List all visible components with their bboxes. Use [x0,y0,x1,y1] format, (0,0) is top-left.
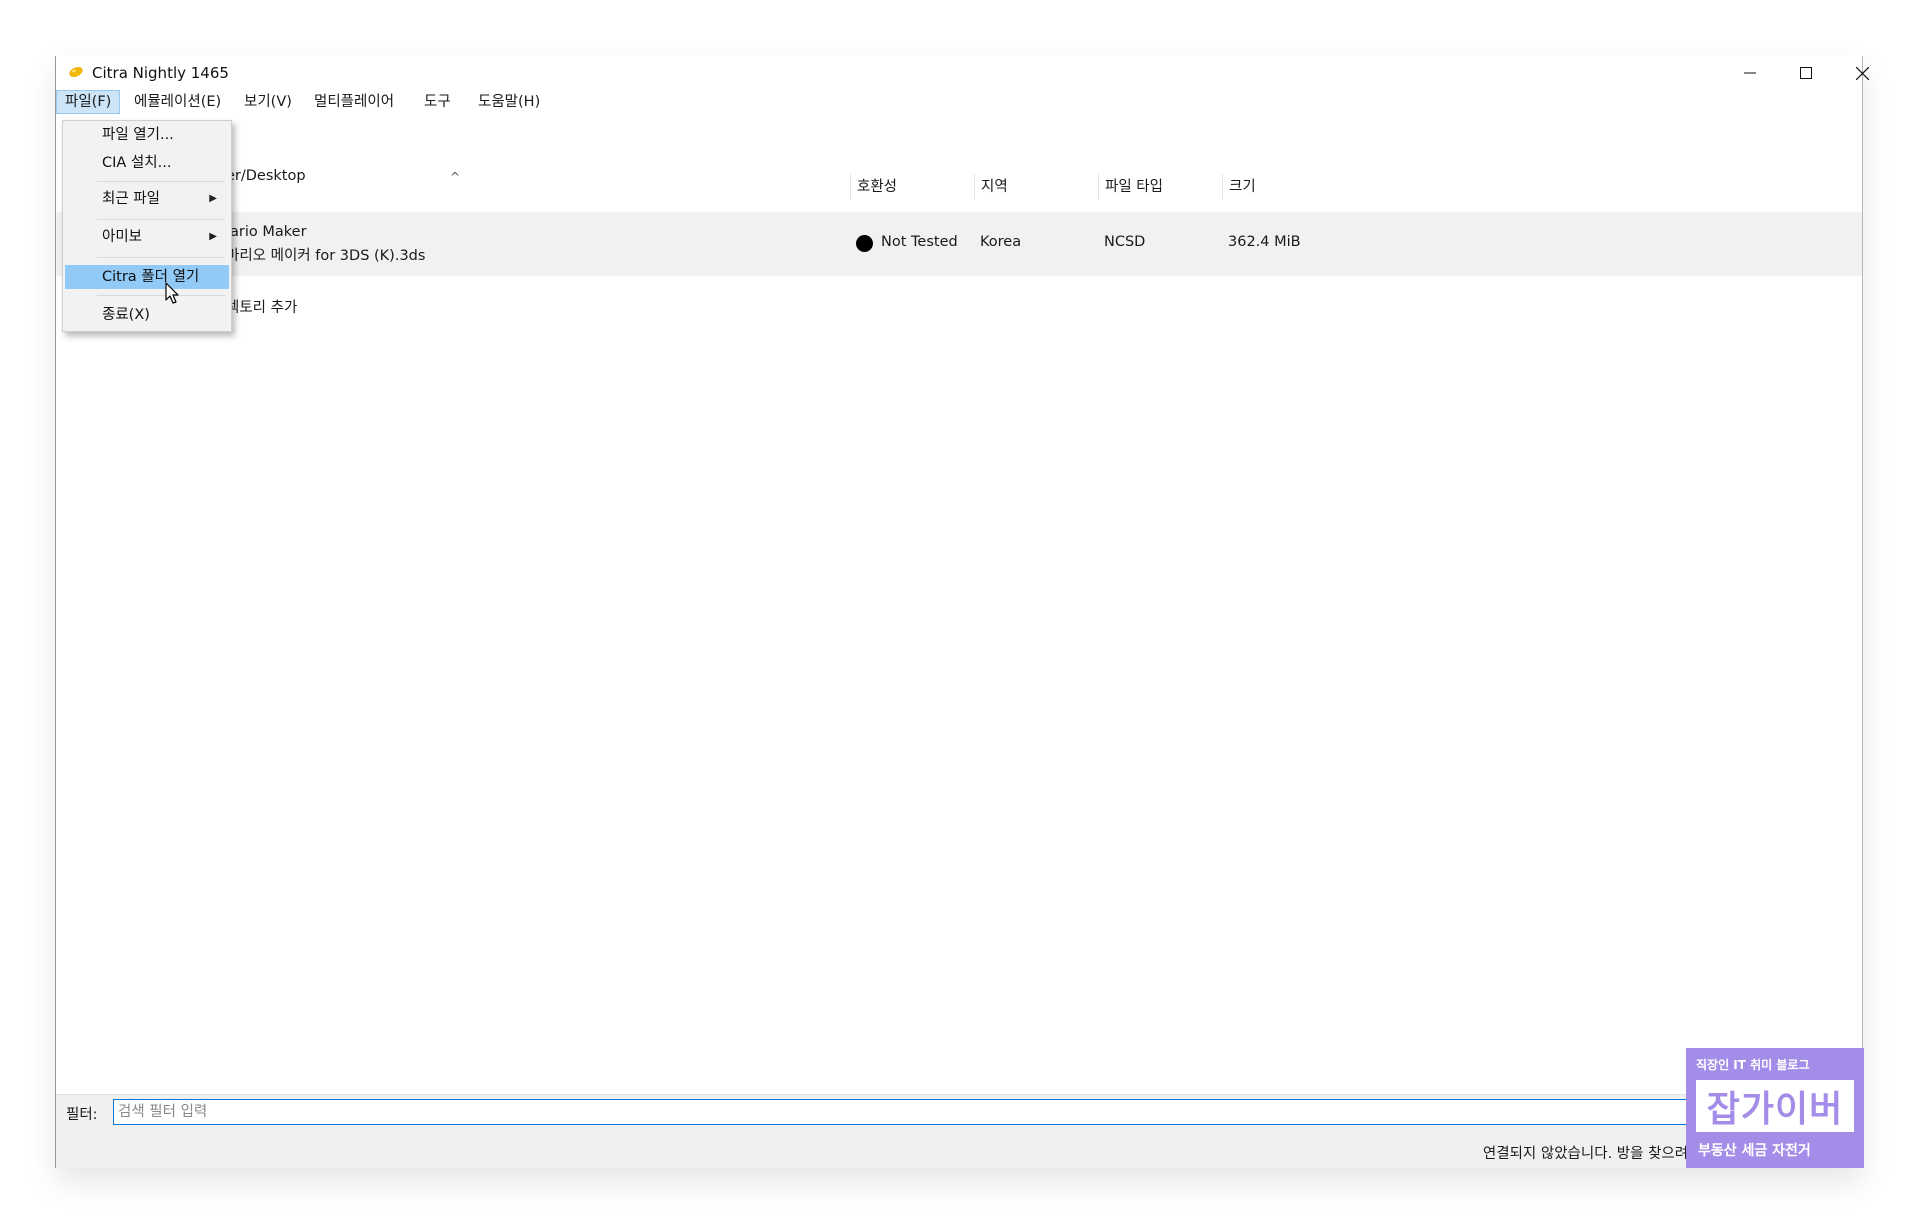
menu-separator [97,181,225,182]
menu-item-open-file[interactable]: 파일 열기... [65,123,229,147]
window-title: Citra Nightly 1465 [92,64,229,82]
menu-multiplayer[interactable]: 멀티플레이어 [306,90,402,114]
close-button[interactable] [1834,56,1890,90]
game-size: 362.4 MiB [1228,234,1301,250]
open-file-label: 파일 열기... [102,127,174,143]
amiibo-label: 아미보 [102,229,143,245]
app-icon [69,66,83,78]
column-header-size[interactable]: 크기 [1222,174,1346,200]
game-file-type: NCSD [1104,234,1146,250]
menu-file[interactable]: 파일(F) [56,90,121,114]
menu-item-recent-files[interactable]: 최근 파일 ▶ [65,187,229,211]
game-title-line1: lario Maker [226,224,307,240]
sort-indicator-icon: ^ [450,170,461,184]
folder-path[interactable]: er/Desktop [226,168,306,184]
submenu-arrow-icon: ▶ [209,193,217,204]
status-bar: 연결되지 않았습니다. 방을 찾으려면 여기를 클릭하세요. [56,1130,1862,1168]
file-menu-dropdown: 파일 열기... CIA 설치... 최근 파일 ▶ 아미보 ▶ Citra 폴… [62,120,232,332]
menu-item-open-citra-folder[interactable]: Citra 폴더 열기 [65,265,229,289]
title-bar[interactable]: Citra Nightly 1465 [56,56,1869,90]
watermark-bottom-text: 부동산 세금 자전거 [1698,1143,1811,1159]
menu-item-amiibo[interactable]: 아미보 ▶ [65,225,229,249]
game-title-line2: 마리오 메이커 for 3DS (K).3ds [226,248,426,264]
add-directory-entry[interactable]: 렉토리 추가 [226,296,297,317]
column-header-compatibility[interactable]: 호환성 [850,174,974,200]
menu-help[interactable]: 도움말(H) [470,90,548,114]
watermark-top-text: 직장인 IT 취미 블로그 [1696,1058,1810,1072]
install-cia-label: CIA 설치... [102,155,172,171]
filter-label: 필터: [66,1107,98,1123]
menu-bar: 파일(F) 에뮬레이션(E) 보기(V) 멀티플레이어 도구 도움말(H) [56,90,1862,114]
menu-emulation[interactable]: 에뮬레이션(E) [126,90,229,114]
column-header-file-type[interactable]: 파일 타입 [1098,174,1222,200]
close-icon [1855,66,1869,80]
menu-item-exit[interactable]: 종료(X) [65,303,229,327]
exit-label: 종료(X) [102,307,150,323]
menu-item-install-cia[interactable]: CIA 설치... [65,151,229,175]
game-compatibility: Not Tested [881,234,958,250]
menu-separator [97,295,225,296]
open-citra-folder-label: Citra 폴더 열기 [102,269,200,285]
menu-tools[interactable]: 도구 [416,90,459,114]
search-filter-input[interactable] [113,1099,1693,1125]
mouse-cursor-icon [165,282,179,304]
minimize-icon [1744,72,1756,74]
maximize-button[interactable] [1778,56,1834,90]
blog-watermark: 직장인 IT 취미 블로그 잡가이버 부동산 세금 자전거 [1686,1048,1864,1168]
watermark-main-text: 잡가이버 [1706,1089,1844,1130]
compatibility-dot-icon [856,235,873,252]
minimize-button[interactable] [1722,56,1778,90]
filter-bar: 필터: × [56,1094,1862,1131]
watermark-logo-box: 잡가이버 [1696,1080,1854,1132]
menu-view[interactable]: 보기(V) [236,90,300,114]
column-header-region[interactable]: 지역 [974,174,1098,200]
submenu-arrow-icon: ▶ [209,231,217,242]
menu-separator [97,219,225,220]
citra-window: Citra Nightly 1465 파일(F) 에뮬레이션(E) 보기(V) … [56,56,1869,1168]
recent-files-label: 최근 파일 [102,191,160,207]
game-region: Korea [980,234,1022,250]
maximize-icon [1800,67,1812,79]
menu-separator [97,257,225,258]
